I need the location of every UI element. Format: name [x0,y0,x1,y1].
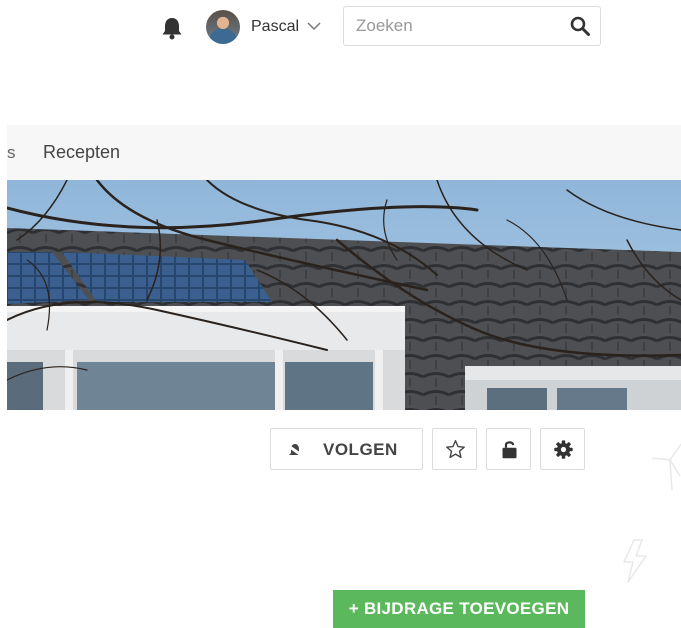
favorite-button[interactable] [432,428,477,470]
nav-bar: s Recepten [7,125,681,180]
gear-icon [554,440,573,459]
follow-label: VOLGEN [323,440,398,459]
user-name[interactable]: Pascal [251,18,299,36]
lock-icon [502,441,517,459]
nav-item-partial[interactable]: s [7,143,16,163]
add-contribution-button[interactable]: + BIJDRAGE TOEVOEGEN [333,590,585,628]
settings-button[interactable] [540,428,585,470]
bell-icon[interactable] [161,16,183,40]
search-input[interactable] [356,15,556,37]
chevron-down-icon[interactable] [307,21,321,31]
banner-image [7,180,681,410]
lightning-icon [623,539,647,583]
bell-muted-icon [287,444,303,457]
wind-turbine-icon [651,443,681,490]
avatar[interactable] [206,10,240,44]
nav-item-recepten[interactable]: Recepten [43,142,120,163]
follow-button[interactable]: VOLGEN [270,428,423,470]
search-icon[interactable] [570,16,590,36]
star-icon [446,440,465,459]
lock-button[interactable] [486,428,531,470]
search-box[interactable] [343,6,601,46]
